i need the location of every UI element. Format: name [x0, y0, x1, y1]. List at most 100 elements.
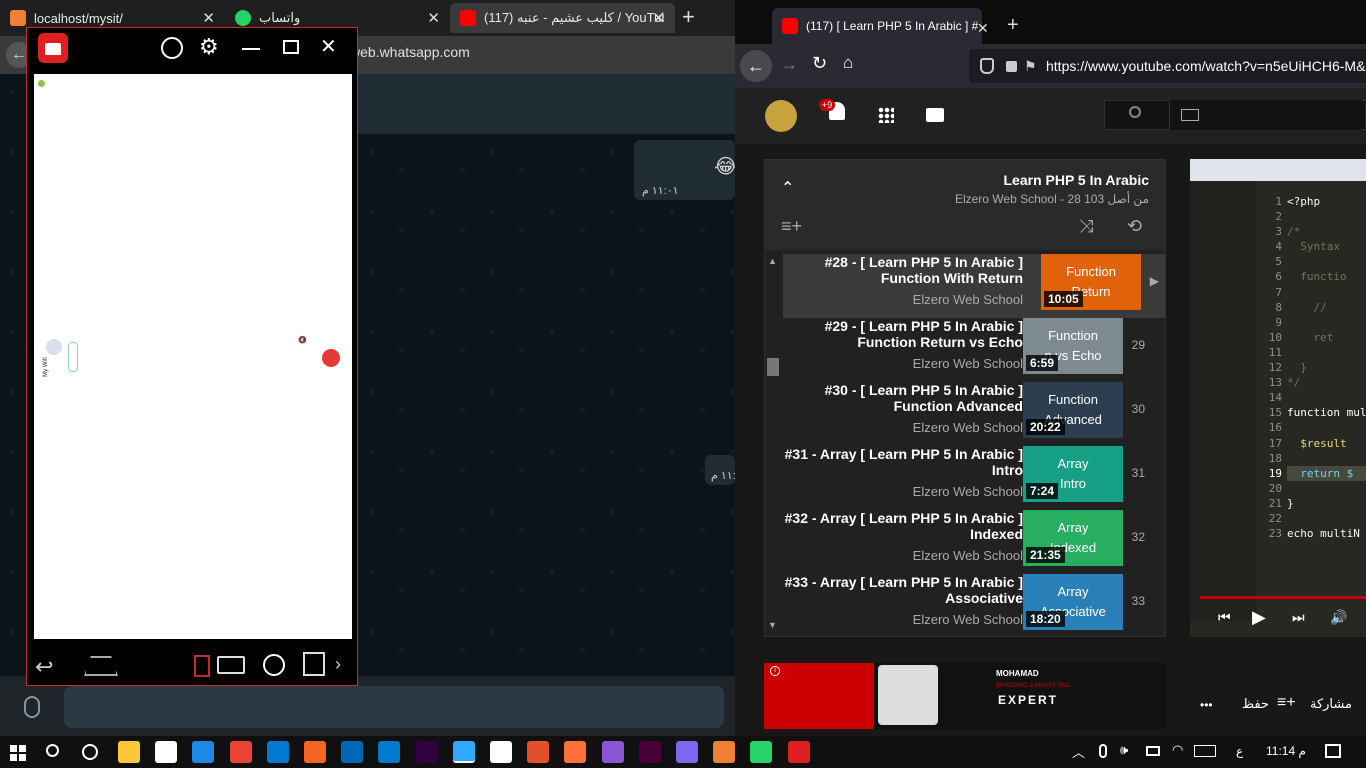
chevron-right-icon[interactable]: › — [335, 654, 341, 675]
whatsapp-chat-header — [355, 74, 735, 134]
emulator-screen[interactable]: My Wifi 🔇 — [34, 74, 352, 639]
playlist-item[interactable]: #29 - [ Learn PHP 5 In Arabic ] Function… — [783, 318, 1147, 382]
line-number: 7 — [1275, 285, 1282, 299]
taskbar-app-icon[interactable] — [229, 741, 252, 763]
playlist-title[interactable]: Learn PHP 5 In Arabic — [1004, 172, 1150, 188]
forward-arrow-icon[interactable]: → — [780, 54, 798, 75]
taskbar-app-icon[interactable] — [638, 741, 661, 763]
taskbar-app-icon[interactable] — [415, 741, 438, 763]
keyboard-icon[interactable] — [217, 656, 245, 674]
more-button[interactable]: ••• — [1200, 698, 1213, 712]
video-camera-icon[interactable] — [926, 108, 944, 122]
home-button-icon[interactable] — [84, 656, 118, 676]
search-box[interactable] — [1104, 100, 1366, 130]
shuffle-icon[interactable]: ⤨ — [1079, 216, 1093, 237]
video-player[interactable]: 1 2 3 4 5 6 7 8 9 10 11 12 13 14 15 16 17 18 19 20 21 22 23 <?… — [1190, 159, 1366, 637]
taskbar-app-icon[interactable] — [378, 741, 401, 763]
youtube-icon — [460, 10, 476, 26]
close-tab-icon[interactable]: ✕ — [427, 9, 440, 27]
emulator-home-icon[interactable] — [38, 33, 68, 63]
taskbar-app-icon[interactable] — [304, 741, 326, 763]
new-tab-button[interactable]: + — [1007, 14, 1019, 37]
previous-icon[interactable]: ⏮ — [1218, 609, 1231, 626]
wifi-icon[interactable]: ◠ — [1172, 742, 1183, 758]
microphone-icon[interactable] — [24, 696, 40, 718]
collapse-icon[interactable]: ⌃ — [781, 178, 794, 198]
taskbar-app-icon[interactable] — [676, 741, 698, 763]
battery-icon[interactable] — [1146, 746, 1160, 756]
loop-icon[interactable]: ⟲ — [1127, 216, 1142, 237]
ad-banner[interactable]: i MOHAMAD BRANDING & MARKETING EXPERT — [764, 663, 1166, 729]
keyboard-icon[interactable] — [1194, 745, 1216, 757]
close-tab-icon[interactable]: ✕ — [202, 9, 215, 27]
minimize-icon[interactable] — [242, 48, 260, 50]
taskbar-app-icon[interactable] — [192, 741, 215, 763]
notification-center-icon[interactable] — [1325, 744, 1341, 758]
next-icon[interactable]: ⏭ — [1292, 609, 1305, 626]
search-icon[interactable] — [1129, 106, 1141, 118]
taskbar-app-icon[interactable] — [527, 741, 550, 763]
playlist-item[interactable]: #33 - Array [ Learn PHP 5 In Arabic ] As… — [783, 574, 1147, 638]
lock-icon[interactable] — [194, 655, 210, 677]
taskbar-app-icon[interactable] — [601, 741, 624, 763]
close-tab-icon[interactable]: ✕ — [652, 9, 665, 27]
back-icon[interactable]: ↩ — [35, 654, 53, 680]
address-bar-text[interactable]: web.whatsapp.com — [350, 44, 470, 60]
code-text: <?php /* Syntax functio // ret } */ funct… — [1287, 194, 1366, 541]
search-icon[interactable] — [46, 744, 59, 757]
taskbar-app-icon[interactable] — [490, 741, 512, 763]
taskbar-app-icon[interactable] — [713, 741, 736, 763]
tab-youtube-playlist[interactable]: (117) [ Learn PHP 5 In Arabic ] # — [772, 8, 982, 44]
back-arrow-icon[interactable]: ← — [740, 50, 772, 82]
share-button[interactable]: مشاركة — [1310, 696, 1352, 712]
maximize-icon[interactable] — [283, 40, 299, 54]
playlist-item[interactable]: #32 - Array [ Learn PHP 5 In Arabic ] In… — [783, 510, 1147, 574]
home-icon[interactable]: ⌂ — [843, 53, 853, 73]
rotate-icon[interactable] — [303, 652, 325, 676]
scrollbar[interactable]: ▲ ▼ — [765, 252, 781, 632]
taskbar-app-icon[interactable] — [787, 741, 810, 763]
taskbar-app-icon[interactable] — [118, 741, 140, 763]
taskbar-app-icon[interactable] — [452, 741, 475, 763]
play-icon[interactable]: ▶ — [1252, 607, 1266, 628]
account-icon[interactable] — [161, 37, 183, 59]
close-icon[interactable]: ✕ — [320, 34, 337, 59]
new-tab-button[interactable]: + — [682, 4, 695, 30]
lock-icon[interactable] — [1006, 61, 1017, 72]
add-to-queue-icon[interactable]: ≡+ — [781, 216, 802, 237]
playlist-item[interactable]: #28 - [ Learn PHP 5 In Arabic ] Function… — [783, 254, 1165, 318]
info-icon[interactable]: i — [770, 666, 780, 676]
keyboard-icon[interactable] — [1181, 109, 1199, 121]
playlist-add-icon[interactable]: ≡+ — [1277, 694, 1296, 712]
shield-icon[interactable] — [980, 58, 994, 74]
volume-icon[interactable]: 🔊 — [1330, 609, 1347, 626]
playlist-item[interactable]: #30 - [ Learn PHP 5 In Arabic ] Function… — [783, 382, 1147, 446]
volume-icon[interactable]: 🕪 — [1120, 742, 1128, 758]
permissions-icon[interactable]: ⚑ — [1024, 58, 1037, 75]
message-input[interactable] — [64, 686, 724, 728]
line-number: 14 — [1268, 391, 1282, 405]
taskbar-app-icon[interactable] — [564, 741, 587, 763]
apps-icon[interactable] — [878, 107, 894, 123]
language-indicator[interactable]: ع — [1236, 744, 1243, 758]
cortana-icon[interactable] — [82, 744, 98, 760]
close-tab-icon[interactable]: ✕ — [977, 20, 989, 37]
clock[interactable]: 11:14 م — [1266, 744, 1306, 758]
save-button[interactable]: حفظ — [1242, 696, 1269, 712]
progress-bar[interactable] — [1200, 596, 1366, 599]
chevron-up-icon[interactable]: ︿ — [1072, 742, 1085, 761]
reload-icon[interactable]: ↻ — [812, 53, 827, 74]
taskbar-app-icon[interactable] — [155, 741, 178, 763]
avatar[interactable] — [765, 100, 797, 132]
taskbar-app-icon[interactable] — [266, 741, 289, 763]
microphone-icon[interactable] — [1099, 744, 1107, 758]
windows-start-icon[interactable] — [10, 745, 26, 761]
taskbar-app-icon[interactable] — [341, 741, 364, 763]
playlist-item[interactable]: #31 - Array [ Learn PHP 5 In Arabic ] In… — [783, 446, 1147, 510]
eye-icon[interactable] — [263, 654, 285, 676]
line-number: 18 — [1268, 451, 1282, 465]
taskbar-app-icon[interactable] — [750, 741, 773, 763]
scrollbar-thumb[interactable] — [767, 358, 779, 376]
gear-icon[interactable]: ⚙ — [199, 34, 219, 60]
tab-youtube[interactable]: (117) كليب عشيم - عنبه / YouTube ✕ — [450, 3, 675, 33]
